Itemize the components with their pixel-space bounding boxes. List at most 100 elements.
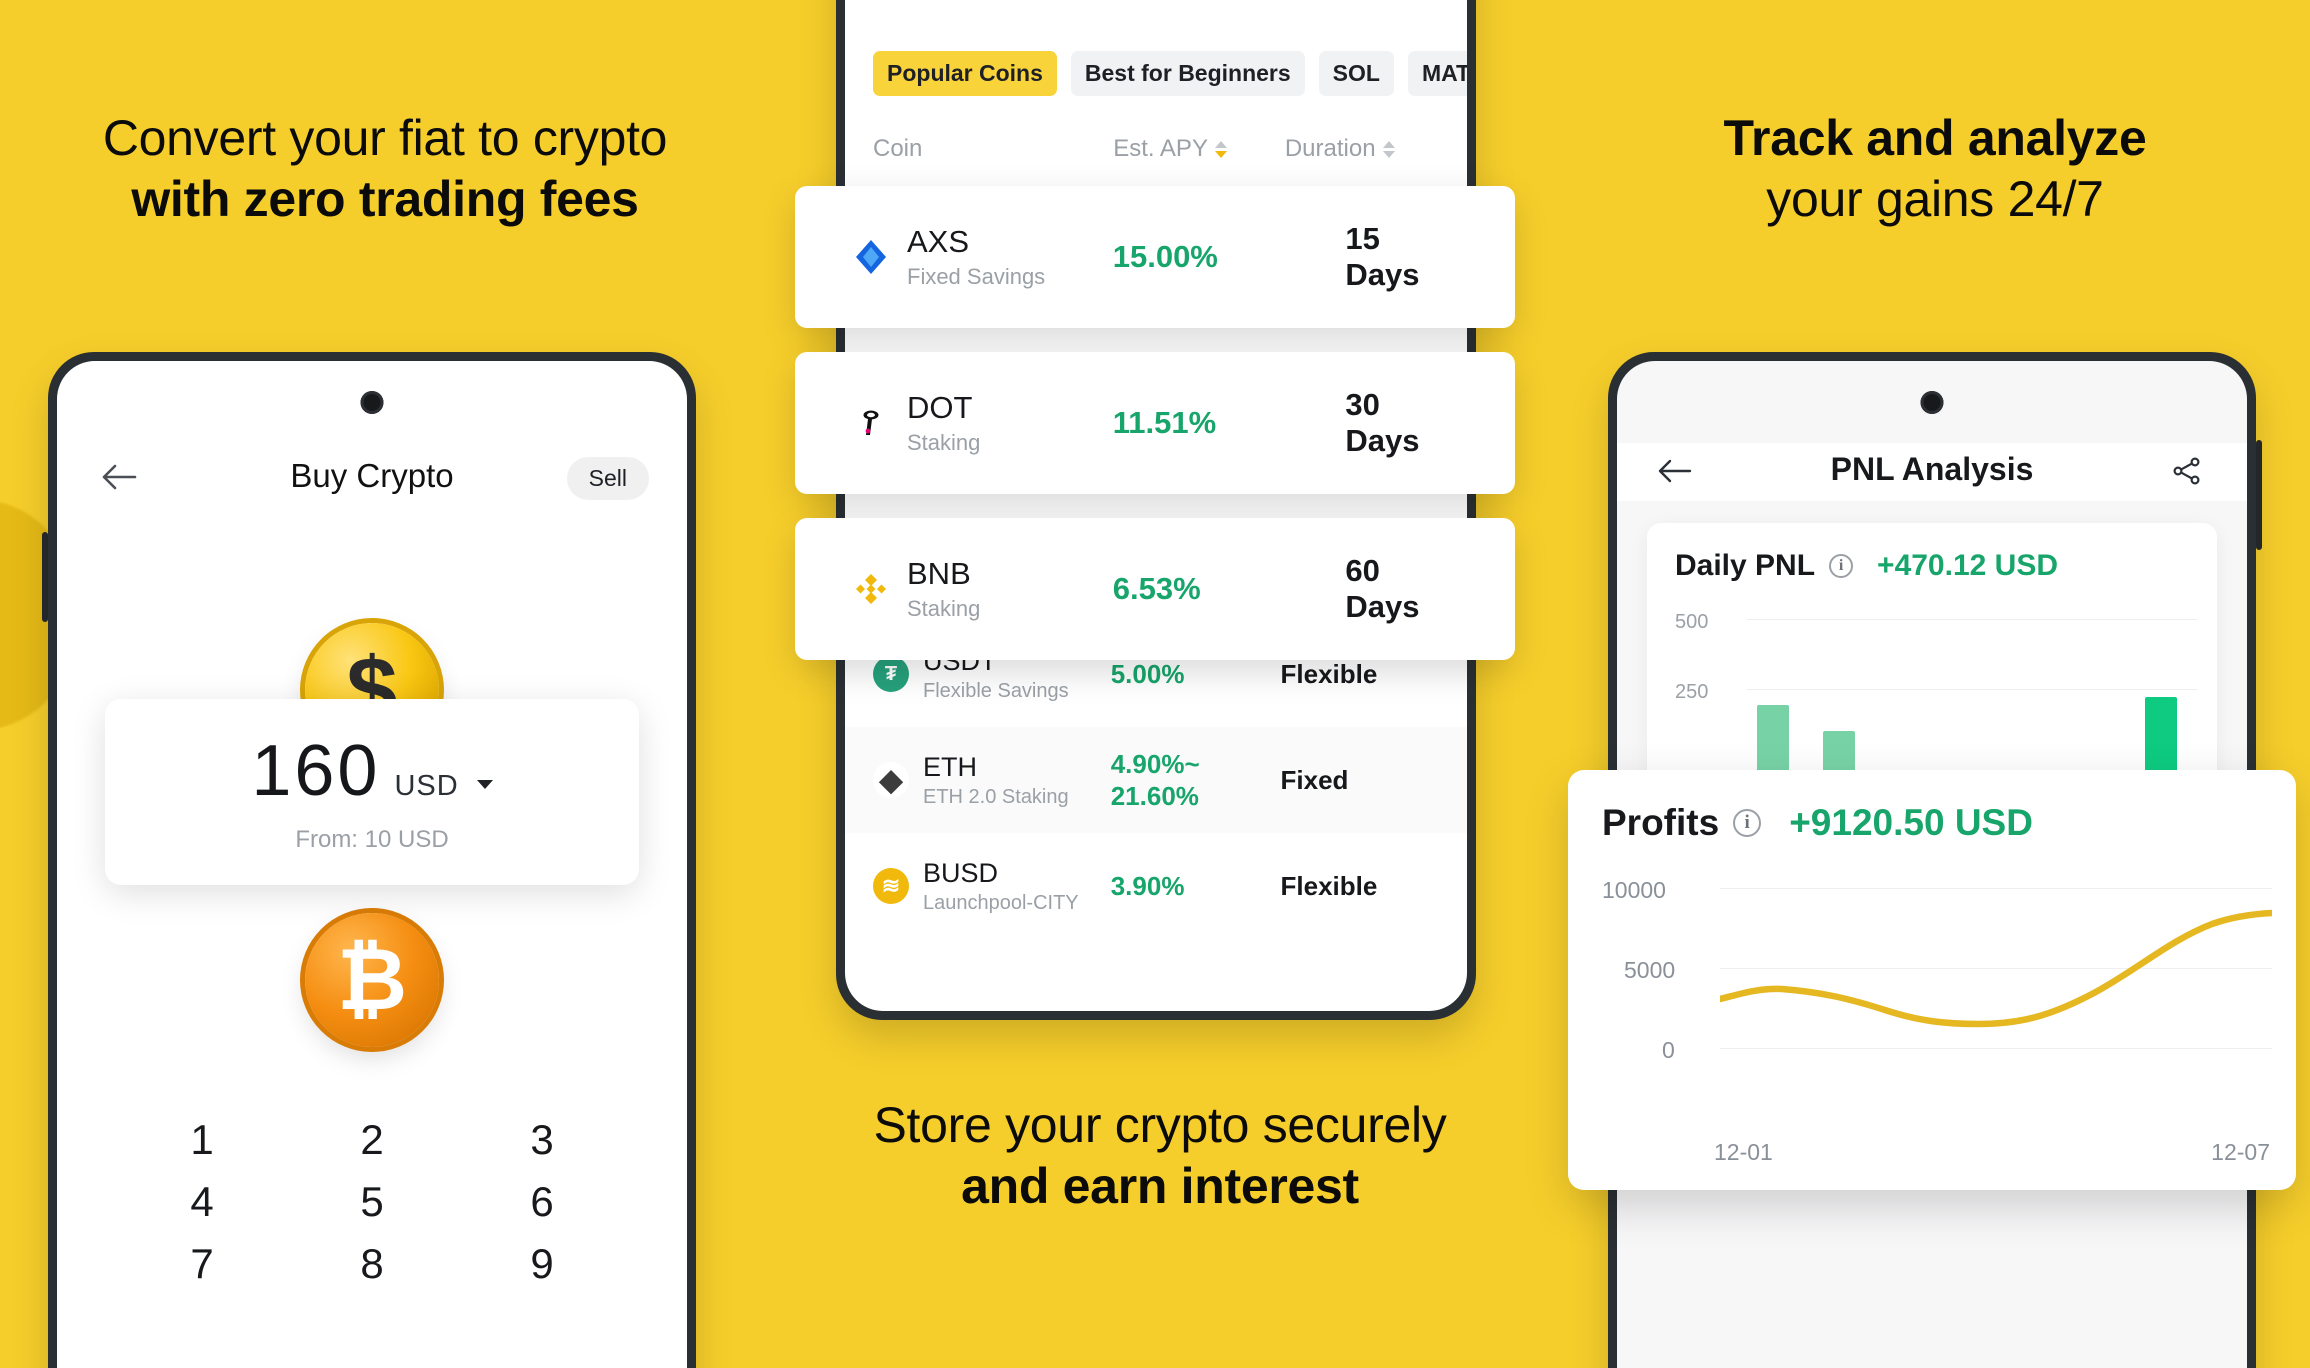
y-tick-500: 500 [1675, 611, 1709, 633]
key-9[interactable]: 9 [457, 1233, 627, 1295]
sort-arrows-icon-apy[interactable] [1214, 140, 1227, 158]
axs-icon [851, 237, 891, 277]
row-duration: Flexible [1280, 658, 1378, 689]
card-coin-cell: DOT Staking [851, 390, 1113, 456]
phone-earn: Popular Coins Best for Beginners SOL MAT… [836, 0, 1476, 1020]
headline-right-line2: your gains 24/7 [1766, 171, 2104, 227]
key-8[interactable]: 8 [287, 1233, 457, 1295]
row-duration: Fixed [1280, 764, 1349, 795]
row-apy: 3.90% [1110, 870, 1185, 901]
table-row[interactable]: ≋ BUSD Launchpool-CITY 3.90% Flexible [845, 833, 1467, 939]
bitcoin-coin-icon: ₿ [305, 913, 439, 1047]
amount-card[interactable]: 160 USD From: 10 USD [105, 699, 639, 885]
y-tick-5000: 5000 [1624, 957, 1676, 983]
daily-pnl-title-row: Daily PNL i +470.12 USD [1675, 549, 2189, 583]
chevron-down-icon[interactable] [476, 780, 493, 789]
card-subtitle: Staking [907, 430, 981, 455]
share-icon[interactable] [2167, 451, 2207, 491]
earn-card-axs[interactable]: AXS Fixed Savings 15.00% 15 Days [795, 186, 1515, 328]
card-symbol: BNB [907, 556, 971, 591]
row-apy: 4.90%~ 21.60% [1111, 748, 1281, 813]
sort-arrows-icon-duration[interactable] [1382, 140, 1395, 158]
y-tick-10000: 10000 [1602, 877, 1666, 903]
pnl-header: PNL Analysis [1617, 443, 2247, 501]
page-title: PNL Analysis [1830, 451, 2034, 487]
earn-card-bnb[interactable]: BNB Staking 6.53% 60 Days [795, 518, 1515, 660]
daily-pnl-card: Daily PNL i +470.12 USD 500 250 [1647, 523, 2217, 803]
row-coin-cell: ◆ ETH ETH 2.0 Staking [873, 752, 1111, 809]
y-tick-0: 0 [1662, 1037, 1675, 1063]
front-camera-icon [360, 391, 384, 414]
headline-right: Track and analyze your gains 24/7 [1550, 108, 2310, 230]
x-tick-start: 12-01 [1714, 1139, 1773, 1165]
tab-matic[interactable]: MATIC [1407, 51, 1467, 96]
bnb-icon [851, 569, 891, 609]
row-subtitle: ETH 2.0 Staking [923, 785, 1069, 808]
row-subtitle: Launchpool-CITY [923, 891, 1079, 914]
headline-right-line1: Track and analyze [1723, 110, 2147, 166]
tab-popular-coins[interactable]: Popular Coins [873, 51, 1057, 96]
usdt-icon: ₮ [873, 656, 909, 692]
key-1[interactable]: 1 [117, 1109, 287, 1171]
row-apy-low: 4.90%~ [1110, 748, 1200, 779]
card-coin-cell: AXS Fixed Savings [851, 224, 1113, 290]
card-subtitle: Staking [907, 596, 981, 621]
profits-card: Profits i +9120.50 USD 10000 5000 0 12-0… [1568, 770, 2296, 1190]
card-symbol: AXS [907, 224, 970, 259]
gridline [1747, 689, 2197, 690]
profits-line-path [1720, 909, 2272, 1028]
amount-currency[interactable]: USD [394, 770, 458, 803]
card-duration: 60 Days [1345, 553, 1420, 624]
column-header-apy[interactable]: Est. APY [1113, 135, 1285, 163]
key-2[interactable]: 2 [287, 1109, 457, 1171]
y-tick-250: 250 [1675, 681, 1709, 703]
card-duration: 30 Days [1345, 387, 1420, 458]
headline-left-line2: with zero trading fees [131, 171, 639, 227]
row-apy-high: 21.60% [1110, 781, 1199, 811]
phone-buy-crypto: Buy Crypto Sell $ 160 USD From: 10 USD ₿… [42, 352, 696, 1368]
info-icon[interactable]: i [1829, 554, 1854, 578]
buy-crypto-header: Buy Crypto Sell [57, 447, 687, 507]
phone-side-button [42, 532, 48, 622]
daily-pnl-value: +470.12 USD [1877, 549, 2058, 582]
earn-screen: Popular Coins Best for Beginners SOL MAT… [845, 0, 1467, 1011]
info-icon[interactable]: i [1733, 809, 1762, 837]
profits-title: Profits [1602, 802, 1720, 843]
numeric-keypad: 1 2 3 4 5 6 7 8 9 [57, 1091, 687, 1368]
row-symbol: ETH [923, 751, 977, 782]
key-5[interactable]: 5 [287, 1171, 457, 1233]
dot-icon [851, 403, 891, 443]
key-7[interactable]: 7 [117, 1233, 287, 1295]
earn-card-dot[interactable]: DOT Staking 11.51% 30 Days [795, 352, 1515, 494]
column-header-coin: Coin [873, 135, 923, 162]
key-4[interactable]: 4 [117, 1171, 287, 1233]
amount-hint: From: 10 USD [295, 826, 449, 853]
key-3[interactable]: 3 [457, 1109, 627, 1171]
profits-title-row: Profits i +9120.50 USD [1602, 802, 2262, 844]
eth-icon: ◆ [873, 762, 909, 798]
x-tick-end: 12-07 [2211, 1139, 2270, 1165]
tab-best-for-beginners[interactable]: Best for Beginners [1070, 51, 1305, 96]
daily-pnl-title: Daily PNL [1675, 549, 1816, 582]
amount-row: 160 USD [251, 730, 493, 812]
amount-value: 160 [251, 731, 381, 811]
table-row[interactable]: ◆ ETH ETH 2.0 Staking 4.90%~ 21.60% Fixe… [845, 727, 1467, 833]
column-header-duration[interactable]: Duration [1285, 135, 1445, 163]
sell-button[interactable]: Sell [566, 457, 649, 500]
row-symbol: BUSD [923, 857, 999, 888]
earn-column-headers: Coin Est. APY Duration [873, 135, 1445, 163]
row-duration: Flexible [1280, 870, 1378, 901]
card-subtitle: Fixed Savings [907, 264, 1046, 289]
gridline [1747, 619, 2197, 620]
tab-sol[interactable]: SOL [1318, 51, 1394, 96]
headline-middle-bottom: Store your crypto securely and earn inte… [760, 1095, 1560, 1217]
column-header-apy-label: Est. APY [1113, 135, 1208, 162]
buy-crypto-screen: Buy Crypto Sell $ 160 USD From: 10 USD ₿… [57, 361, 687, 1368]
row-subtitle: Flexible Savings [923, 679, 1069, 702]
profits-line-chart: 10000 5000 0 12-01 12-07 [1602, 877, 2272, 1166]
card-apy: 15.00% [1112, 239, 1218, 274]
card-apy: 6.53% [1112, 571, 1201, 606]
key-6[interactable]: 6 [457, 1171, 627, 1233]
earn-tab-bar: Popular Coins Best for Beginners SOL MAT… [873, 51, 1467, 96]
card-coin-cell: BNB Staking [851, 556, 1113, 622]
